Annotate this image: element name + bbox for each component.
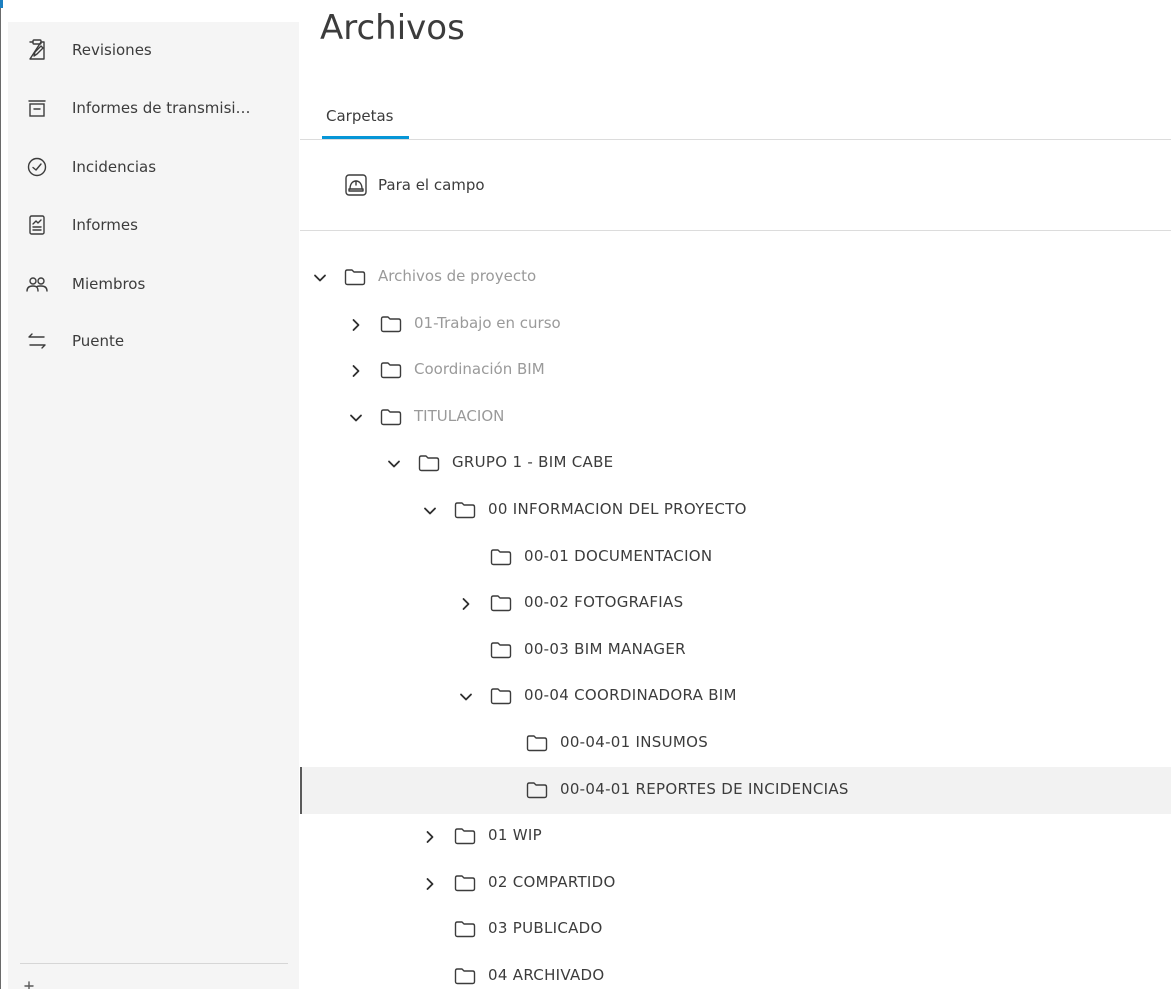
window-edge [0, 0, 1, 989]
chevron-right-icon[interactable] [458, 596, 474, 612]
chevron-right-icon[interactable] [422, 829, 438, 845]
folder-name: 01 WIP [488, 826, 542, 844]
collapse-sidebar-icon[interactable] [24, 980, 44, 989]
folder-name: 00-04-01 INSUMOS [560, 733, 709, 751]
revisions-clipboard-icon [29, 39, 45, 60]
folder-name: 00-02 FOTOGRAFIAS [524, 593, 684, 611]
sidebar-item-label: Incidencias [72, 158, 157, 176]
members-icon [26, 277, 48, 292]
sidebar-item-informes[interactable]: Informes [8, 205, 299, 245]
sidebar-item-transmittals[interactable]: Informes de transmisi… [8, 88, 299, 128]
tree-row[interactable]: 01-Trabajo en curso [300, 301, 1171, 348]
folder-icon [454, 968, 476, 985]
sidebar-item-label: Informes de transmisi… [72, 99, 251, 117]
chevron-down-icon[interactable] [348, 410, 364, 426]
sidebar-item-label: Puente [72, 332, 125, 350]
folder-icon [526, 735, 548, 752]
tree-row[interactable]: 03 PUBLICADO [300, 906, 1171, 953]
chevron-down-icon[interactable] [386, 456, 402, 472]
folder-tree: Archivos de proyecto 01-Trabajo en curso C… [300, 254, 1171, 989]
chevron-down-icon[interactable] [312, 270, 328, 286]
hardhat-icon [345, 174, 367, 196]
sidebar-item-label: Informes [72, 216, 138, 234]
folder-name: TITULACION [414, 407, 505, 425]
report-icon [29, 215, 45, 235]
tree-row[interactable]: 04 ARCHIVADO [300, 953, 1171, 989]
folder-name: 00-03 BIM MANAGER [524, 640, 686, 658]
folder-name: 00-04 COORDINADORA BIM [524, 686, 737, 704]
tree-row[interactable]: TITULACION [300, 394, 1171, 441]
tree-row[interactable]: 00-01 DOCUMENTACION [300, 534, 1171, 581]
folder-name: Archivos de proyecto [378, 267, 537, 285]
folder-icon [490, 688, 512, 705]
sidebar-item-label: Miembros [72, 275, 146, 293]
folder-name: 00 INFORMACION DEL PROYECTO [488, 500, 747, 518]
folder-icon [380, 316, 402, 333]
folder-name: Coordinación BIM [414, 360, 545, 378]
folder-icon [454, 921, 476, 938]
tab-label: Carpetas [326, 107, 394, 125]
tab-divider [300, 139, 1171, 140]
tree-row[interactable]: GRUPO 1 - BIM CABE [300, 440, 1171, 487]
field-folder-link[interactable]: Para el campo [344, 171, 485, 199]
page-title: Archivos [320, 8, 465, 48]
folder-icon [490, 549, 512, 566]
chevron-down-icon[interactable] [422, 503, 438, 519]
tree-row[interactable]: Coordinación BIM [300, 347, 1171, 394]
chevron-right-icon[interactable] [348, 363, 364, 379]
folder-icon [490, 642, 512, 659]
tree-row[interactable]: 02 COMPARTIDO [300, 860, 1171, 907]
folder-name: 04 ARCHIVADO [488, 966, 605, 984]
tree-row[interactable]: 00 INFORMACION DEL PROYECTO [300, 487, 1171, 534]
tray-icon [28, 100, 46, 117]
folder-name: 00-04-01 REPORTES DE INCIDENCIAS [560, 780, 849, 798]
tree-row[interactable]: 00-04-01 INSUMOS [300, 720, 1171, 767]
check-circle-icon [27, 157, 47, 177]
folder-icon [454, 502, 476, 519]
sidebar-item-miembros[interactable]: Miembros [8, 264, 299, 304]
tree-row[interactable]: 00-04 COORDINADORA BIM [300, 673, 1171, 720]
tree-row[interactable]: 00-03 BIM MANAGER [300, 627, 1171, 674]
folder-name: 01-Trabajo en curso [414, 314, 561, 332]
folder-icon [380, 362, 402, 379]
tree-row[interactable]: 01 WIP [300, 813, 1171, 860]
folder-icon [490, 595, 512, 612]
folder-name: 00-01 DOCUMENTACION [524, 547, 713, 565]
tree-row[interactable]: 00-02 FOTOGRAFIAS [300, 580, 1171, 627]
sidebar-item-incidencias[interactable]: Incidencias [8, 147, 299, 187]
folder-name: 02 COMPARTIDO [488, 873, 616, 891]
folder-icon [526, 782, 548, 799]
sidebar-divider [20, 963, 288, 964]
chevron-right-icon[interactable] [348, 317, 364, 333]
folder-icon [454, 828, 476, 845]
swap-arrows-icon [28, 333, 46, 349]
chevron-down-icon[interactable] [458, 689, 474, 705]
tree-row-selected[interactable]: 00-04-01 REPORTES DE INCIDENCIAS [300, 767, 1171, 814]
sidebar: Revisiones Informes de transmisi… Incide… [8, 22, 299, 989]
window-edge-accent [0, 0, 3, 8]
sidebar-item-revisiones[interactable]: Revisiones [8, 30, 299, 70]
folder-icon [454, 875, 476, 892]
folder-icon [380, 409, 402, 426]
field-folder-label: Para el campo [378, 176, 485, 194]
folder-icon [344, 269, 366, 286]
folder-name: 03 PUBLICADO [488, 919, 603, 937]
section-divider [300, 230, 1171, 231]
chevron-right-icon[interactable] [422, 876, 438, 892]
sidebar-item-puente[interactable]: Puente [8, 321, 299, 361]
tree-row[interactable]: Archivos de proyecto [300, 254, 1171, 301]
folder-icon [418, 455, 440, 472]
sidebar-item-label: Revisiones [72, 41, 152, 59]
folder-name: GRUPO 1 - BIM CABE [452, 453, 614, 471]
